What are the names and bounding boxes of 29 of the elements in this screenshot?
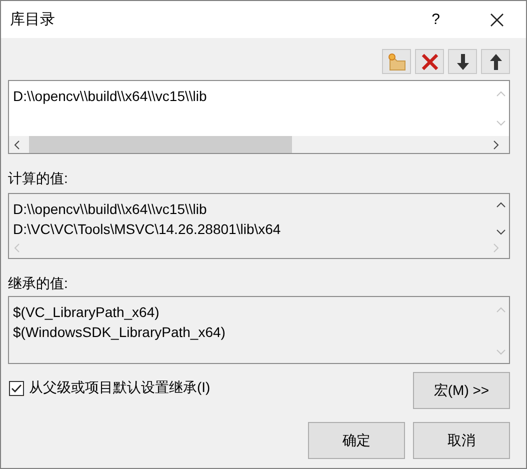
help-button[interactable]: ? [432, 11, 440, 28]
scroll-right-icon[interactable] [493, 140, 499, 150]
computed-value: D:\\opencv\\build\\x64\\vc15\\lib [13, 200, 208, 219]
scroll-up-icon[interactable] [496, 202, 506, 208]
delete-button[interactable] [415, 49, 444, 74]
checkbox[interactable] [9, 380, 24, 396]
move-up-button[interactable] [481, 49, 510, 74]
inherited-value: $(WindowsSDK_LibraryPath_x64) [13, 323, 226, 342]
move-down-button[interactable] [448, 49, 477, 74]
scrollbar-thumb[interactable] [29, 136, 292, 153]
computed-values-label: 计算的值: [8, 169, 69, 187]
inherited-value: $(VC_LibraryPath_x64) [13, 303, 160, 322]
macros-button[interactable]: 宏(M) >> [413, 372, 510, 409]
checkbox-label: 从父级或项目默认设置继承(I) [29, 379, 210, 397]
checkmark-icon [11, 384, 22, 392]
cancel-button[interactable]: 取消 [413, 422, 510, 459]
close-icon[interactable] [490, 12, 504, 26]
scroll-left-icon[interactable] [14, 140, 20, 150]
ok-button[interactable]: 确定 [308, 422, 405, 459]
inherit-checkbox[interactable]: 从父级或项目默认设置继承(I) [9, 376, 210, 400]
window-title: 库目录 [10, 10, 56, 29]
arrow-up-icon [488, 52, 502, 70]
folder-icon [386, 52, 406, 70]
computed-value: D:\VC\VC\Tools\MSVC\14.26.28801\lib\x64 [13, 220, 282, 237]
scroll-down-icon[interactable] [496, 229, 506, 235]
arrow-down-icon [456, 52, 470, 70]
directory-list-field[interactable]: D:\\opencv\\build\\x64\\vc15\\lib [8, 80, 510, 154]
delete-icon [420, 52, 438, 70]
inherited-values-label: 继承的值: [8, 274, 69, 292]
